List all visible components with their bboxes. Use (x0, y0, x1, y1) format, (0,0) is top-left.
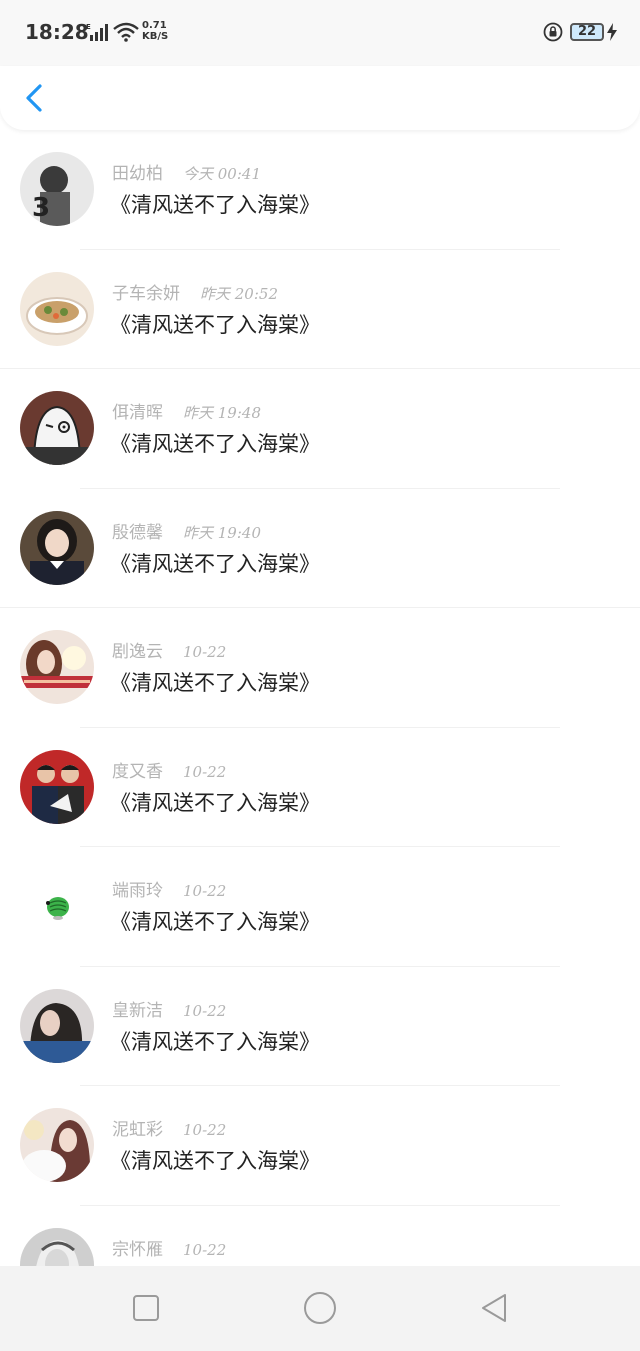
message-time: 10-22 (183, 1121, 227, 1139)
list-item-meta: 宗怀雁 10-22 (112, 1235, 226, 1260)
status-time: 18:28 (25, 20, 89, 44)
message-time: 10-22 (183, 643, 227, 661)
message-time: 10-22 (183, 1001, 227, 1020)
list-item-meta: 泥虹彩 10-22 (112, 1115, 226, 1140)
list-item[interactable]: 剧逸云 10-22 《清风送不了入海棠》 (0, 608, 640, 728)
message-preview: 《清风送不了入海棠》 (110, 432, 320, 456)
signal-icon: E (86, 23, 108, 41)
list-item-meta: 佴清晖 昨天 19:48 (112, 398, 261, 423)
message-time: 昨天 19:40 (183, 523, 261, 542)
message-preview: 《清风送不了入海棠》 (110, 193, 320, 217)
list-item-meta: 子车余妍 昨天 20:52 (112, 279, 278, 304)
list-item-meta: 剧逸云 10-22 (112, 637, 226, 662)
contact-name: 皇新洁 (112, 1000, 163, 1021)
triangle-back-icon[interactable] (476, 1290, 512, 1326)
net-speed-value: 0.71 (142, 20, 167, 31)
list-item[interactable]: 皇新洁 10-22 《清风送不了入海棠》 (0, 967, 640, 1087)
svg-text:E: E (86, 23, 91, 31)
message-preview: 《清风送不了入海棠》 (110, 671, 320, 695)
chevron-left-icon[interactable] (20, 76, 54, 120)
list-item[interactable]: 宗怀雁 10-22 (0, 1206, 640, 1266)
message-preview: 《清风送不了入海棠》 (110, 910, 320, 934)
system-nav-bar (0, 1266, 640, 1351)
square-icon[interactable] (128, 1290, 164, 1326)
contact-name: 端雨玲 (112, 881, 163, 901)
contact-name: 子车余妍 (112, 283, 180, 304)
list-item[interactable]: 佴清晖 昨天 19:48 《清风送不了入海棠》 (0, 369, 640, 489)
chat-list: 3 田幼柏 今天 00:41 《清风送不了入海棠》 子车余妍 昨天 20:52 《清… (0, 130, 640, 1266)
avatar: 3 (20, 152, 94, 226)
list-item[interactable]: 端雨玲 10-22 《清风送不了入海棠》 (0, 847, 640, 967)
message-time: 10-22 (183, 882, 227, 900)
message-time: 10-22 (183, 762, 227, 781)
list-item[interactable]: 度又香 10-22 《清风送不了入海棠》 (0, 728, 640, 848)
screen: 18:28 E 0.71 KB/S 22 3 田幼柏 今天 00:41 《清风送… (0, 0, 640, 1351)
avatar (20, 869, 94, 943)
battery-level: 22 (570, 23, 604, 41)
avatar (20, 630, 94, 704)
list-item[interactable]: 泥虹彩 10-22 《清风送不了入海棠》 (0, 1086, 640, 1206)
charging-icon (607, 23, 617, 41)
list-item-meta: 度又香 10-22 (112, 757, 226, 782)
message-preview: 《清风送不了入海棠》 (110, 551, 320, 576)
list-item-meta: 端雨玲 10-22 (112, 876, 226, 901)
avatar (20, 271, 94, 346)
net-speed: 0.71 KB/S (142, 20, 168, 42)
message-time: 昨天 19:48 (183, 404, 261, 422)
contact-name: 宗怀雁 (112, 1239, 163, 1260)
rotation-lock-icon (543, 22, 563, 42)
contact-name: 剧逸云 (112, 642, 163, 662)
contact-name: 泥虹彩 (112, 1120, 163, 1140)
circle-icon[interactable] (302, 1290, 338, 1326)
list-item-meta: 田幼柏 今天 00:41 (112, 159, 261, 184)
list-item[interactable]: 殷德馨 昨天 19:40 《清风送不了入海棠》 (0, 489, 640, 609)
avatar (20, 988, 94, 1063)
list-item-meta: 皇新洁 10-22 (112, 996, 226, 1021)
message-time: 10-22 (183, 1240, 227, 1259)
svg-text:3: 3 (32, 193, 50, 223)
avatar (20, 1227, 94, 1266)
avatar (20, 510, 94, 585)
avatar (20, 1108, 94, 1182)
list-item[interactable]: 子车余妍 昨天 20:52 《清风送不了入海棠》 (0, 250, 640, 370)
wifi-icon (113, 22, 139, 42)
avatar (20, 749, 94, 824)
message-time: 今天 00:41 (183, 165, 261, 183)
avatar (20, 391, 94, 465)
top-header (0, 66, 640, 130)
status-bar: 18:28 E 0.71 KB/S 22 (0, 0, 640, 66)
list-item-meta: 殷德馨 昨天 19:40 (112, 518, 261, 543)
contact-name: 田幼柏 (112, 164, 163, 184)
list-item[interactable]: 3 田幼柏 今天 00:41 《清风送不了入海棠》 (0, 130, 640, 250)
message-preview: 《清风送不了入海棠》 (110, 790, 320, 815)
net-speed-unit: KB/S (142, 31, 169, 42)
message-preview: 《清风送不了入海棠》 (110, 1029, 320, 1054)
contact-name: 度又香 (112, 761, 163, 782)
message-preview: 《清风送不了入海棠》 (110, 1149, 320, 1173)
contact-name: 殷德馨 (112, 522, 163, 543)
message-preview: 《清风送不了入海棠》 (110, 312, 320, 337)
message-time: 昨天 20:52 (200, 284, 278, 303)
contact-name: 佴清晖 (112, 403, 163, 423)
